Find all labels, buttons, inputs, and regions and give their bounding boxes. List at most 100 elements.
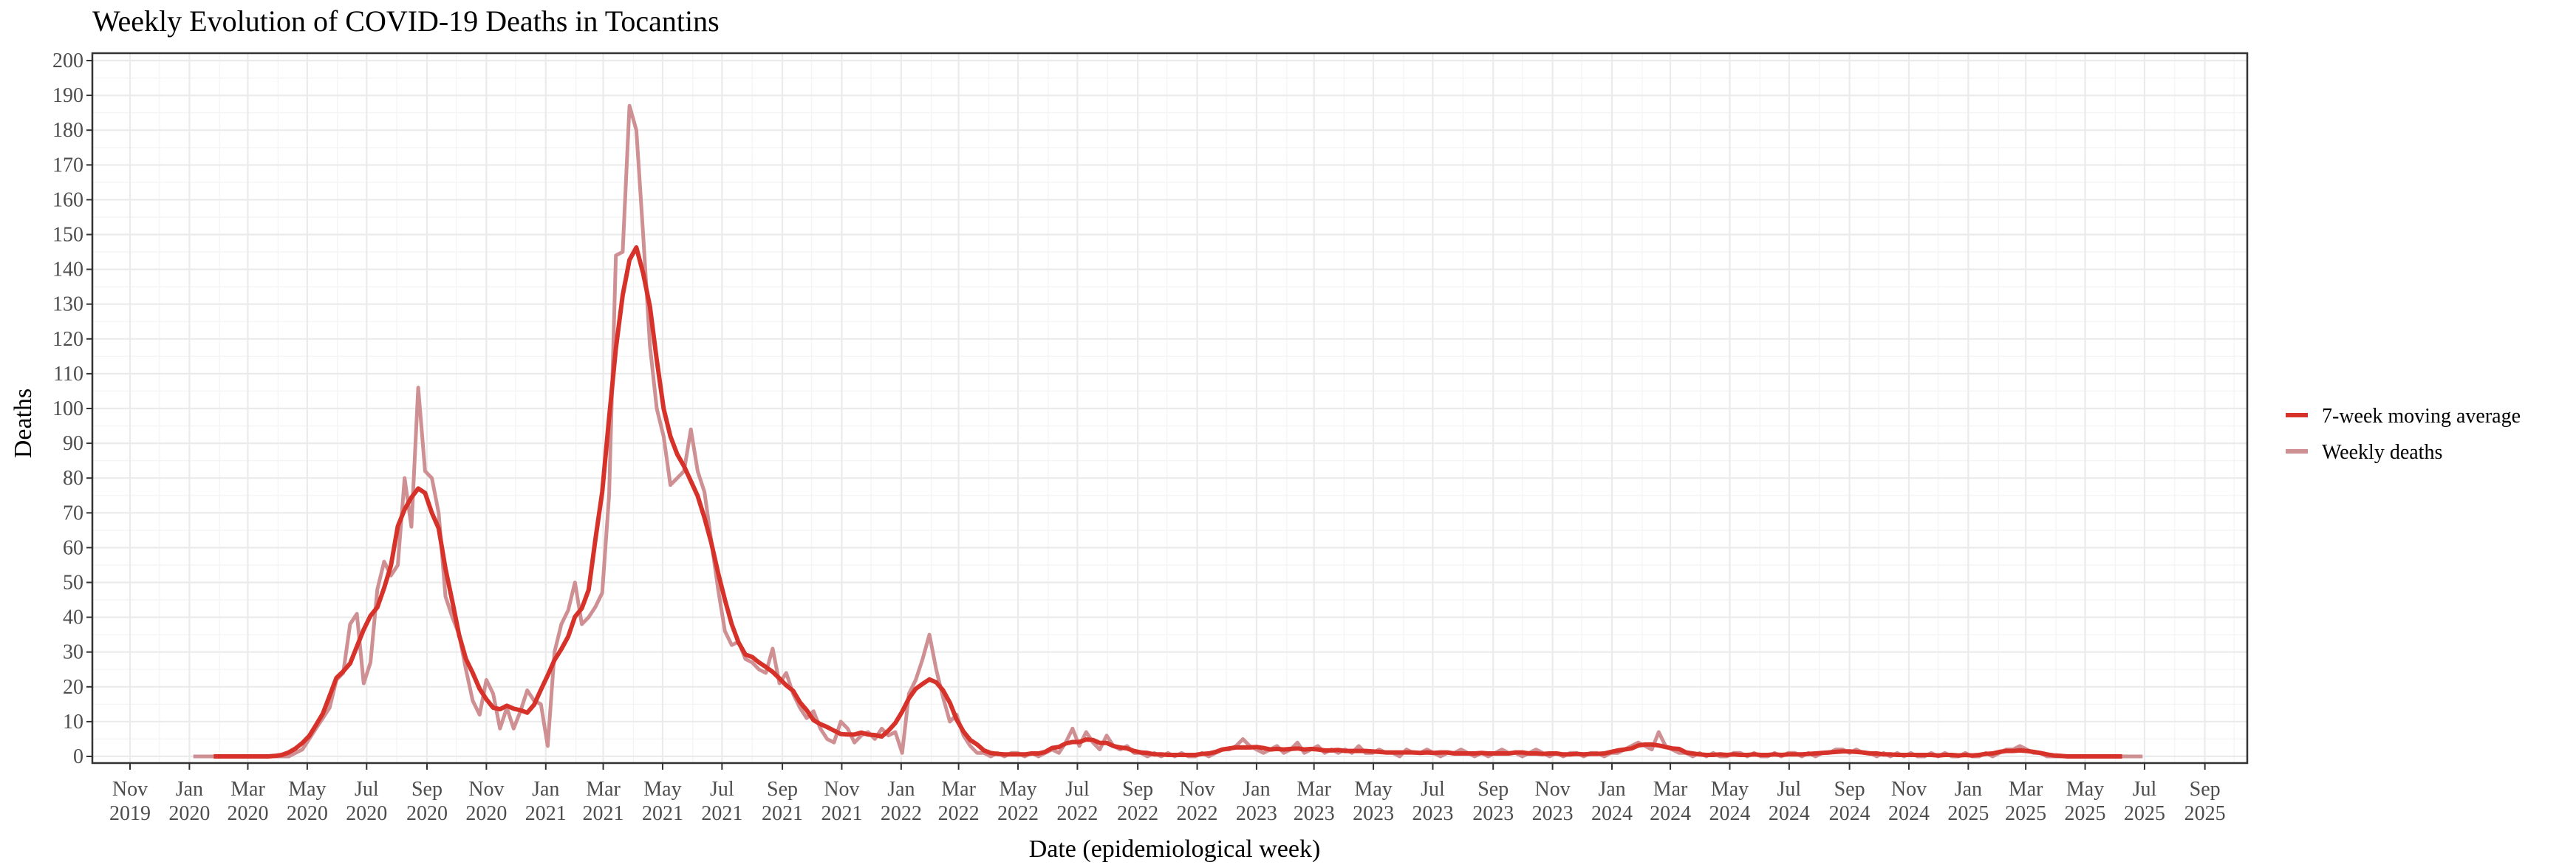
x-tick-label-year: 2020 — [346, 802, 387, 825]
y-axis-title: Deaths — [10, 389, 37, 458]
legend-label-moving-average: 7-week moving average — [2322, 405, 2521, 428]
x-tick-label-year: 2023 — [1353, 802, 1394, 825]
x-tick-label-month: Mar — [941, 778, 976, 801]
x-tick-label-month: Jul — [1777, 778, 1802, 801]
x-tick-label-year: 2020 — [406, 802, 448, 825]
x-tick-label-month: Sep — [1122, 778, 1153, 801]
x-tick-label-year: 2021 — [642, 802, 683, 825]
x-tick-label-month: May — [1711, 778, 1749, 801]
chart: Weekly Evolution of COVID-19 Deaths in T… — [10, 4, 2521, 863]
x-tick-label-month: May — [2066, 778, 2104, 801]
x-tick-label-year: 2023 — [1236, 802, 1277, 825]
y-tick-label: 120 — [52, 328, 83, 351]
x-tick-label-year: 2024 — [1769, 802, 1810, 825]
y-tick-label: 200 — [52, 49, 83, 72]
x-tick-label-month: Sep — [411, 778, 443, 801]
x-tick-label-month: Sep — [1834, 778, 1865, 801]
x-tick-label-year: 2023 — [1294, 802, 1335, 825]
y-tick-label: 20 — [63, 676, 83, 699]
chart-title: Weekly Evolution of COVID-19 Deaths in T… — [92, 4, 720, 38]
x-tick-label-year: 2022 — [997, 802, 1039, 825]
x-tick-label-year: 2023 — [1412, 802, 1453, 825]
x-tick-label-month: Sep — [767, 778, 798, 801]
x-tick-label-month: Jan — [1955, 778, 1982, 801]
y-tick-label: 150 — [52, 224, 83, 247]
x-tick-label-year: 2024 — [1829, 802, 1870, 825]
x-tick-label-year: 2022 — [1117, 802, 1158, 825]
series-moving-average-line — [213, 245, 2122, 759]
x-tick-label-month: Jul — [1065, 778, 1090, 801]
x-tick-label-month: Jan — [176, 778, 203, 801]
x-tick-label-month: Jul — [710, 778, 734, 801]
x-tick-label-month: Nov — [468, 778, 504, 801]
y-axis: 0 10 20 30 40 50 60 70 80 90 100 110 120 130 140 150 160… — [52, 49, 92, 768]
x-tick-label-year: 2023 — [1472, 802, 1514, 825]
y-tick-label: 70 — [63, 502, 83, 524]
y-tick-label: 40 — [63, 606, 83, 629]
x-tick-label-month: Mar — [1653, 778, 1688, 801]
x-tick-label-year: 2022 — [938, 802, 980, 825]
x-tick-label-month: Jan — [1243, 778, 1270, 801]
x-tick-label-year: 2025 — [1947, 802, 1989, 825]
x-tick-label-month: Mar — [1296, 778, 1331, 801]
y-tick-label: 170 — [52, 154, 83, 177]
x-tick-label-year: 2025 — [2124, 802, 2165, 825]
x-tick-label-month: Nov — [1534, 778, 1570, 801]
x-tick-label-month: Sep — [1477, 778, 1509, 801]
x-tick-label-month: Mar — [586, 778, 621, 801]
x-tick-label-year: 2025 — [2065, 802, 2106, 825]
y-tick-label: 60 — [63, 536, 83, 559]
y-tick-label: 10 — [63, 711, 83, 734]
x-tick-label-year: 2022 — [1056, 802, 1098, 825]
x-tick-label-year: 2021 — [525, 802, 567, 825]
x-tick-label-year: 2022 — [1177, 802, 1218, 825]
x-tick-label-year: 2020 — [168, 802, 210, 825]
y-tick-label: 190 — [52, 84, 83, 107]
x-tick-label-month: Jan — [532, 778, 559, 801]
x-tick-label-month: Nov — [112, 778, 148, 801]
x-tick-label-year: 2021 — [583, 802, 624, 825]
x-tick-label-month: May — [1354, 778, 1392, 801]
y-tick-label: 160 — [52, 188, 83, 211]
x-tick-label-month: Nov — [1891, 778, 1927, 801]
legend: 7-week moving average Weekly deaths — [2286, 405, 2521, 464]
x-tick-label-month: Jul — [355, 778, 379, 801]
y-tick-label: 50 — [63, 572, 83, 595]
x-tick-label-year: 2021 — [762, 802, 803, 825]
x-tick-label-month: Jul — [1421, 778, 1445, 801]
x-tick-label-year: 2022 — [881, 802, 922, 825]
x-tick-label-month: May — [288, 778, 326, 801]
x-tick-label-year: 2024 — [1591, 802, 1633, 825]
x-tick-label-month: May — [643, 778, 681, 801]
y-tick-label: 130 — [52, 293, 83, 316]
x-tick-label-year: 2020 — [465, 802, 507, 825]
y-tick-label: 110 — [53, 363, 83, 386]
y-tick-label: 100 — [52, 397, 83, 420]
x-tick-label-year: 2025 — [2005, 802, 2046, 825]
x-axis-title: Date (epidemiological week) — [1029, 835, 1321, 863]
x-tick-label-month: May — [999, 778, 1036, 801]
y-tick-label: 90 — [63, 432, 83, 455]
x-tick-label-month: Nov — [1179, 778, 1214, 801]
y-tick-label: 0 — [73, 745, 83, 768]
y-tick-label: 140 — [52, 259, 83, 281]
x-tick-label-year: 2024 — [1650, 802, 1691, 825]
x-tick-label-month: Jul — [2133, 778, 2157, 801]
y-tick-label: 180 — [52, 119, 83, 142]
x-tick-label-year: 2021 — [701, 802, 742, 825]
y-tick-label: 80 — [63, 467, 83, 490]
x-tick-label-month: Mar — [230, 778, 265, 801]
x-tick-label-month: Sep — [2190, 778, 2221, 801]
legend-label-weekly-deaths: Weekly deaths — [2322, 441, 2442, 464]
x-tick-label-month: Nov — [824, 778, 859, 801]
y-tick-label: 30 — [63, 641, 83, 664]
x-tick-label-month: Jan — [887, 778, 915, 801]
x-axis: Nov2019Jan2020Mar2020May2020Jul2020Sep20… — [109, 763, 2226, 825]
x-tick-label-year: 2024 — [1888, 802, 1930, 825]
x-tick-label-year: 2025 — [2184, 802, 2226, 825]
x-tick-label-year: 2021 — [821, 802, 862, 825]
x-tick-label-month: Mar — [2009, 778, 2043, 801]
x-tick-label-month: Jan — [1598, 778, 1625, 801]
x-tick-label-year: 2020 — [227, 802, 268, 825]
x-tick-label-year: 2023 — [1532, 802, 1574, 825]
